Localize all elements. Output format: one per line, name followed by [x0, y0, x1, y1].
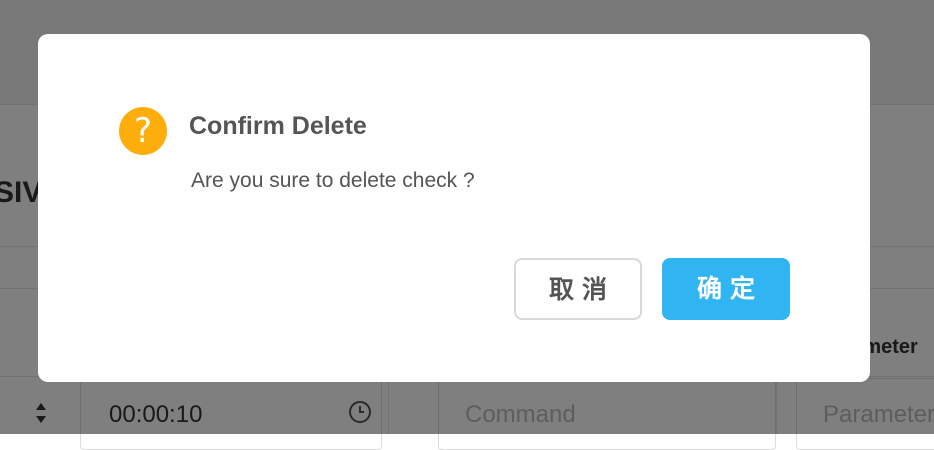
cancel-button[interactable]: 取消 — [514, 258, 642, 320]
dialog-title: Confirm Delete — [189, 112, 367, 140]
dialog-message: Are you sure to delete check ? — [191, 169, 475, 192]
confirm-button[interactable]: 确定 — [662, 258, 790, 320]
question-icon: ? — [119, 107, 167, 155]
confirm-delete-dialog: ? Confirm Delete Are you sure to delete … — [38, 34, 870, 382]
